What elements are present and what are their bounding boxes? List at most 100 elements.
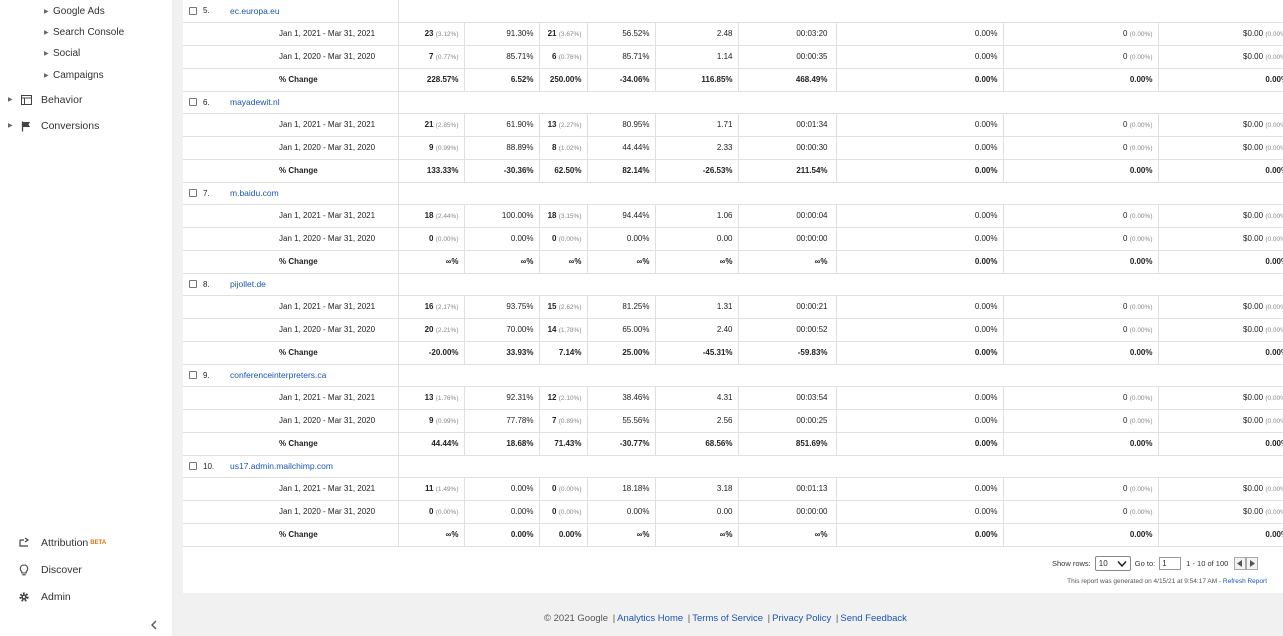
metric-c5: 0.00 [655,227,739,251]
sidebar-item-admin[interactable]: Admin [18,589,71,605]
show-rows-select[interactable]: 10 [1094,556,1131,571]
next-page-button[interactable] [1246,557,1259,570]
metric-share: (0.00%) [1129,509,1153,516]
site-link[interactable]: mayadewit.nl [230,97,280,107]
metric-c3: 18 (3.15%) [539,204,588,228]
empty-cell [183,341,203,365]
footer-link-send-feedback[interactable]: Send Feedback [840,613,907,624]
empty-cell [183,318,203,342]
metric-share: (3.12%) [435,31,459,38]
period-label: Jan 1, 2021 - Mar 31, 2021 [224,386,399,410]
metric-c4: 56.52% [587,22,656,46]
site-link[interactable]: us17.admin.mailchimp.com [230,461,333,471]
sidebar-item-conversions[interactable]: ▶ Conversions [8,118,99,134]
sidebar-item-label: Discover [41,564,82,576]
row-checkbox[interactable] [189,189,197,198]
refresh-report-link[interactable]: Refresh Report [1223,578,1267,585]
metric-c4: 25.00% [587,341,656,365]
metric-c4: ∞% [587,523,656,547]
metric-c5: 3.18 [655,477,739,501]
row-checkbox-cell [183,182,203,205]
metric-c8: 0 (0.00%) [1003,227,1159,251]
empty-cell [183,68,203,92]
footer-link-terms-of-service[interactable]: Terms of Service [692,613,763,624]
metric-value: 9 [429,143,434,152]
metric-value: ∞% [814,257,828,266]
metric-value: 94.44% [622,211,650,220]
collapse-sidebar-icon[interactable] [148,618,160,630]
metric-c1: 228.57% [398,68,465,92]
period-row: Jan 1, 2020 - Mar 31, 2020 9 (0.99%) 77.78… [183,409,1283,433]
empty-cell [183,227,203,251]
metric-value: 0.00% [1265,257,1283,266]
metric-c4: 0.00% [587,500,656,524]
metric-value: 2.33 [716,143,733,152]
metric-value: $0.00 [1243,302,1264,311]
metric-c8: 0 (0.00%) [1003,500,1159,524]
sidebar-item-search-console[interactable]: ▶ Search Console [44,26,124,40]
metric-c3: 0.00% [539,523,588,547]
metric-share: (2.10%) [558,395,582,402]
row-checkbox[interactable] [189,371,197,380]
metric-share: (0.00%) [1265,395,1283,402]
caret-right-icon: ▶ [8,123,13,129]
change-row: % Change ∞% 0.00% 0.00% ∞% ∞% ∞% 0.00% 0.00% 0.00… [183,523,1283,547]
footer-link-analytics-home[interactable]: Analytics Home [617,613,683,624]
metric-value: $0.00 [1243,484,1264,493]
site-link[interactable]: pijollet.de [230,279,266,289]
goto-input[interactable]: 1 [1159,557,1182,570]
previous-page-button[interactable] [1234,557,1247,570]
metric-c2: 18.68% [464,432,540,456]
metric-share: (1.78%) [558,327,582,334]
sidebar-item-campaigns[interactable]: ▶ Campaigns [44,69,104,83]
period-label: Jan 1, 2020 - Mar 31, 2020 [224,227,399,251]
metric-value: 0.00% [510,530,534,539]
metric-value: 23 [424,29,434,38]
empty-cell [203,22,224,46]
row-checkbox[interactable] [189,280,197,289]
sidebar-item-google-ads[interactable]: ▶ Google Ads [44,5,105,19]
metric-share: (0.00%) [1129,327,1153,334]
footer: © 2021 Google | Analytics Home | Terms of … [544,613,907,624]
caret-right-icon: ▶ [44,73,49,79]
metric-c4: 18.18% [587,477,656,501]
sidebar-item-attribution[interactable]: Attribution BETA [18,535,106,551]
row-checkbox[interactable] [189,462,197,471]
sidebar: ▶ Google Ads ▶ Search Console ▶ Social ▶ Cam… [0,0,172,636]
site-row-spacer [397,0,1283,23]
site-link[interactable]: ec.europa.eu [230,6,280,16]
row-checkbox[interactable] [189,7,197,16]
site-link[interactable]: conferenceinterpreters.ca [230,370,326,380]
row-checkbox[interactable] [189,98,197,107]
sidebar-item-behavior[interactable]: ▶ Behavior [8,92,82,108]
metric-c9: $0.00 (0.00%) [1158,22,1283,46]
report-generated-note: This report was generated on 4/15/21 at … [1067,578,1267,585]
metric-c2: 33.93% [464,341,540,365]
metric-c2: 61.90% [464,113,540,137]
footer-link-privacy-policy[interactable]: Privacy Policy [772,613,831,624]
metric-value: $0.00 [1243,29,1264,38]
sidebar-item-social[interactable]: ▶ Social [44,47,80,61]
metric-c4: 38.46% [587,386,656,410]
metric-value: 0 [1123,143,1128,152]
metric-c7: 0.00% [836,318,1004,342]
metric-c2: 0.00% [464,227,540,251]
site-link[interactable]: m.baidu.com [230,188,279,198]
metric-share: (0.00%) [558,236,582,243]
metric-c7: 0.00% [836,341,1004,365]
metric-c7: 0.00% [836,432,1004,456]
empty-cell [183,45,203,69]
footer-copyright: © 2021 Google [544,613,609,624]
metric-c7: 0.00% [836,500,1004,524]
period-row: Jan 1, 2020 - Mar 31, 2020 20 (2.21%) 70.0… [183,318,1283,342]
empty-cell [183,523,203,547]
metric-value: $0.00 [1243,120,1264,129]
metric-share: (0.00%) [1265,509,1283,516]
metric-c5: 1.31 [655,295,739,319]
sidebar-item-discover[interactable]: Discover [18,562,82,578]
metric-c4: 80.95% [587,113,656,137]
row-index: 5. [203,0,224,23]
metric-share: (2.27%) [558,122,582,129]
metric-value: 1.14 [716,52,733,61]
metric-c5: 2.56 [655,409,739,433]
